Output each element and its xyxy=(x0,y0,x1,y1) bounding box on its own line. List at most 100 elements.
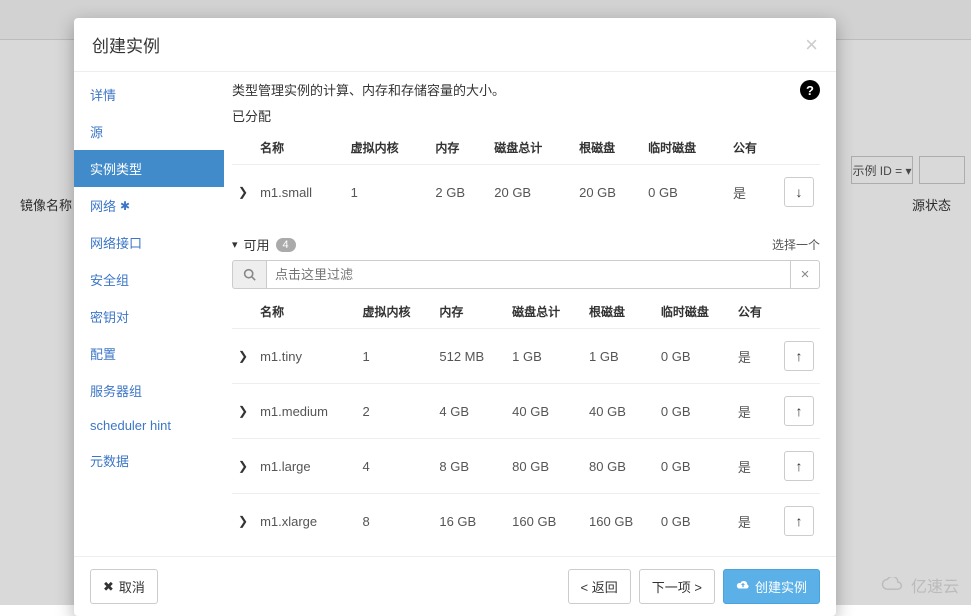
cell-vcpus: 1 xyxy=(356,329,433,384)
search-icon xyxy=(232,260,266,289)
create-instance-modal: 创建实例 × 详情源实例类型网络✱网络接口安全组密钥对配置服务器组schedul… xyxy=(74,18,836,616)
close-button[interactable]: × xyxy=(805,34,818,56)
cell-ram: 512 MB xyxy=(433,329,506,384)
column-header: 根磁盘 xyxy=(573,131,642,165)
help-icon[interactable]: ? xyxy=(800,80,820,100)
sidebar-item[interactable]: 源 xyxy=(74,113,224,150)
expand-row-chevron[interactable]: ❯ xyxy=(232,494,254,549)
cell-name: m1.xlarge xyxy=(254,494,356,549)
cell-vcpus: 1 xyxy=(345,165,430,220)
description-text: 类型管理实例的计算、内存和存储容量的大小。 xyxy=(232,80,505,99)
table-row: ❯m1.large48 GB80 GB80 GB0 GB是↑ xyxy=(232,439,820,494)
main-content: 类型管理实例的计算、内存和存储容量的大小。 ? 已分配 名称虚拟内核内存磁盘总计… xyxy=(224,72,836,556)
cell-root_disk: 1 GB xyxy=(583,329,655,384)
column-header: 临时磁盘 xyxy=(655,295,732,329)
sidebar: 详情源实例类型网络✱网络接口安全组密钥对配置服务器组scheduler hint… xyxy=(74,72,224,556)
expand-row-chevron[interactable]: ❯ xyxy=(232,384,254,439)
available-hint: 选择一个 xyxy=(772,236,820,253)
table-row: ❯m1.xlarge816 GB160 GB160 GB0 GB是↑ xyxy=(232,494,820,549)
cell-name: m1.large xyxy=(254,439,356,494)
allocate-button[interactable]: ↑ xyxy=(784,396,814,426)
column-header: 名称 xyxy=(254,131,345,165)
required-star-icon: ✱ xyxy=(120,199,130,213)
available-section-title[interactable]: ▾ 可用 4 选择一个 xyxy=(232,235,820,254)
next-button[interactable]: 下一项 > xyxy=(639,569,715,604)
modal-footer: ✖取消 < 返回 下一项 > 创建实例 xyxy=(74,556,836,616)
sidebar-item[interactable]: 密钥对 xyxy=(74,298,224,335)
cell-vcpus: 4 xyxy=(356,439,433,494)
column-header: 磁盘总计 xyxy=(506,295,583,329)
cell-disk_total: 1 GB xyxy=(506,329,583,384)
allocate-button[interactable]: ↑ xyxy=(784,451,814,481)
chevron-down-icon: ▾ xyxy=(232,238,238,251)
sidebar-item[interactable]: 服务器组 xyxy=(74,372,224,409)
allocate-button[interactable]: ↑ xyxy=(784,506,814,536)
back-button[interactable]: < 返回 xyxy=(568,569,631,604)
sidebar-item[interactable]: 元数据 xyxy=(74,442,224,479)
available-count-badge: 4 xyxy=(276,238,296,252)
column-header: 根磁盘 xyxy=(583,295,655,329)
cell-public: 是 xyxy=(732,494,778,549)
cell-root_disk: 160 GB xyxy=(583,494,655,549)
column-header: 磁盘总计 xyxy=(488,131,573,165)
cell-eph_disk: 0 GB xyxy=(655,494,732,549)
watermark: 亿速云 xyxy=(879,573,959,597)
expand-row-chevron[interactable]: ❯ xyxy=(232,329,254,384)
cell-root_disk: 20 GB xyxy=(573,165,642,220)
sidebar-item[interactable]: 网络接口 xyxy=(74,224,224,261)
table-row: ❯m1.medium24 GB40 GB40 GB0 GB是↑ xyxy=(232,384,820,439)
cancel-button[interactable]: ✖取消 xyxy=(90,569,158,604)
sidebar-item[interactable]: scheduler hint xyxy=(74,409,224,442)
table-row: ❯m1.tiny1512 MB1 GB1 GB0 GB是↑ xyxy=(232,329,820,384)
cell-vcpus: 8 xyxy=(356,494,433,549)
sidebar-item[interactable]: 安全组 xyxy=(74,261,224,298)
cell-ram: 4 GB xyxy=(433,384,506,439)
deallocate-button[interactable]: ↓ xyxy=(784,177,814,207)
modal-title: 创建实例 xyxy=(92,32,160,57)
column-header: 内存 xyxy=(429,131,488,165)
cell-disk_total: 160 GB xyxy=(506,494,583,549)
cell-root_disk: 40 GB xyxy=(583,384,655,439)
cell-eph_disk: 0 GB xyxy=(655,329,732,384)
sidebar-item[interactable]: 配置 xyxy=(74,335,224,372)
create-button[interactable]: 创建实例 xyxy=(723,569,820,604)
modal-header: 创建实例 × xyxy=(74,18,836,71)
column-header: 虚拟内核 xyxy=(345,131,430,165)
cell-eph_disk: 0 GB xyxy=(655,439,732,494)
column-header: 公有 xyxy=(732,295,778,329)
modal-body: 详情源实例类型网络✱网络接口安全组密钥对配置服务器组scheduler hint… xyxy=(74,71,836,556)
sidebar-item[interactable]: 网络✱ xyxy=(74,187,224,224)
cell-vcpus: 2 xyxy=(356,384,433,439)
cell-name: m1.small xyxy=(254,165,345,220)
cell-public: 是 xyxy=(727,165,778,220)
expand-row-chevron[interactable]: ❯ xyxy=(232,439,254,494)
cell-disk_total: 40 GB xyxy=(506,384,583,439)
cell-eph_disk: 0 GB xyxy=(655,384,732,439)
column-header: 临时磁盘 xyxy=(642,131,727,165)
description-row: 类型管理实例的计算、内存和存储容量的大小。 ? xyxy=(232,80,820,100)
column-header: 名称 xyxy=(254,295,356,329)
cell-disk_total: 20 GB xyxy=(488,165,573,220)
column-header: 内存 xyxy=(433,295,506,329)
cell-name: m1.medium xyxy=(254,384,356,439)
table-row: ❯m1.small12 GB20 GB20 GB0 GB是↓ xyxy=(232,165,820,220)
cell-disk_total: 80 GB xyxy=(506,439,583,494)
available-table: 名称虚拟内核内存磁盘总计根磁盘临时磁盘公有 ❯m1.tiny1512 MB1 G… xyxy=(232,295,820,548)
expand-row-chevron[interactable]: ❯ xyxy=(232,165,254,220)
cell-root_disk: 80 GB xyxy=(583,439,655,494)
allocated-section-title: 已分配 xyxy=(232,106,820,125)
allocated-table: 名称虚拟内核内存磁盘总计根磁盘临时磁盘公有 ❯m1.small12 GB20 G… xyxy=(232,131,820,219)
cell-ram: 8 GB xyxy=(433,439,506,494)
cell-public: 是 xyxy=(732,439,778,494)
sidebar-item[interactable]: 详情 xyxy=(74,76,224,113)
allocate-button[interactable]: ↑ xyxy=(784,341,814,371)
available-title-text: 可用 xyxy=(244,235,270,254)
column-header: 公有 xyxy=(727,131,778,165)
cell-public: 是 xyxy=(732,329,778,384)
sidebar-item[interactable]: 实例类型 xyxy=(74,150,224,187)
filter-input[interactable] xyxy=(266,260,790,289)
cell-eph_disk: 0 GB xyxy=(642,165,727,220)
cell-name: m1.tiny xyxy=(254,329,356,384)
clear-filter-button[interactable]: × xyxy=(790,260,820,289)
close-icon: ✖ xyxy=(103,579,114,595)
